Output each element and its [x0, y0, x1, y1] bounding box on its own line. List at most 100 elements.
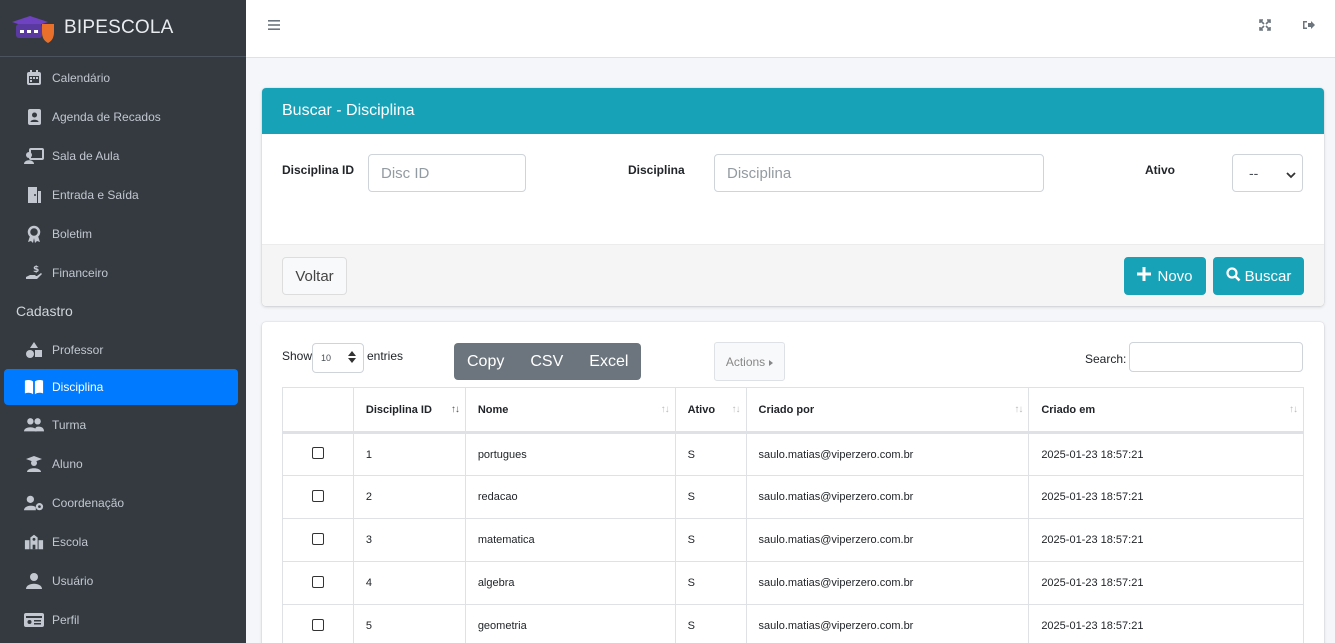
- logout-icon[interactable]: [1302, 18, 1318, 34]
- table-cell: S: [674, 518, 747, 562]
- award-icon: [24, 224, 44, 244]
- ativo-select[interactable]: --: [1232, 154, 1303, 192]
- sidebar-item-disciplina[interactable]: Disciplina: [4, 369, 238, 405]
- table-search-input[interactable]: [1129, 342, 1303, 372]
- sidebar-item-entrada-e-sa-da[interactable]: Entrada e Saída: [0, 175, 246, 214]
- caret-right-icon: [769, 355, 774, 369]
- table-row[interactable]: 5 geometria Ssaulo.matias@viperzero.com.br…: [282, 604, 1304, 643]
- sidebar-item-usu-rio[interactable]: Usuário: [0, 561, 246, 600]
- entries-select[interactable]: 10: [312, 343, 364, 373]
- sidebar-item-escola[interactable]: Escola: [0, 522, 246, 561]
- table-cell: S: [674, 475, 747, 519]
- search-card-footer: Voltar Novo Buscar: [262, 244, 1324, 306]
- table-cell: algebra: [464, 561, 676, 605]
- buscar-label: Buscar: [1244, 267, 1292, 285]
- row-checkbox[interactable]: [311, 489, 324, 502]
- search-card: Buscar - Disciplina Disciplina ID Disc I…: [262, 88, 1324, 306]
- table-cell: 4: [352, 561, 466, 605]
- row-checkbox[interactable]: [311, 447, 324, 459]
- sidebar-item-perfil[interactable]: Perfil: [0, 600, 246, 639]
- calendar-icon: [24, 68, 44, 88]
- sidebar: BIPESCOLA Calendário Agenda de Recados Sal…: [0, 0, 246, 643]
- sidebar-item-turma[interactable]: Turma: [0, 405, 246, 444]
- disc-id-input[interactable]: Disc ID: [368, 154, 526, 192]
- chalkboard-teacher-icon: [24, 146, 44, 166]
- user-graduate-icon: [24, 454, 44, 474]
- voltar-button[interactable]: Voltar: [282, 257, 347, 295]
- table-row[interactable]: 4 algebra Ssaulo.matias@viperzero.com.br 20…: [282, 561, 1304, 605]
- table-cell: redacao: [464, 475, 676, 519]
- column-header-criado-em[interactable]: Criado em ↑↓: [1028, 387, 1304, 434]
- sidebar-item-label: Coordenação: [52, 495, 125, 510]
- row-select-cell: [282, 475, 354, 519]
- table-cell: 2025-01-23 18:57:21: [1028, 432, 1304, 476]
- column-header-disciplina-id[interactable]: Disciplina ID ↑↓: [352, 387, 466, 434]
- sort-icon: ↑↓: [660, 404, 670, 415]
- sidebar-item-label: Entrada e Saída: [52, 187, 139, 202]
- sidebar-item-label: Disciplina: [52, 380, 104, 394]
- users-icon: [24, 415, 44, 435]
- sidebar-item-professor[interactable]: Professor: [0, 330, 246, 369]
- novo-button[interactable]: Novo: [1124, 257, 1206, 295]
- row-checkbox[interactable]: [311, 575, 324, 588]
- sidebar-item-aluno[interactable]: Aluno: [0, 444, 246, 483]
- column-header-ativo[interactable]: Ativo ↑↓: [674, 387, 747, 434]
- table-cell: 3: [352, 518, 466, 562]
- buscar-button[interactable]: Buscar: [1213, 257, 1304, 295]
- row-select-cell: [282, 604, 354, 643]
- table-cell: 5: [352, 604, 466, 643]
- table-row[interactable]: 3 matematica Ssaulo.matias@viperzero.com.b…: [282, 518, 1304, 562]
- entries-select-value: 10: [321, 353, 332, 363]
- disciplina-label: Disciplina: [628, 163, 685, 177]
- sidebar-item-sala-de-aula[interactable]: Sala de Aula: [0, 136, 246, 175]
- column-header-label: Disciplina ID: [365, 403, 432, 416]
- row-checkbox[interactable]: [311, 532, 324, 545]
- brand[interactable]: BIPESCOLA: [0, 0, 246, 57]
- sidebar-item-agenda-de-recados[interactable]: Agenda de Recados: [0, 97, 246, 136]
- search-label: Search:: [1085, 352, 1127, 366]
- fullscreen-icon[interactable]: [1259, 18, 1275, 34]
- column-header-nome[interactable]: Nome ↑↓: [464, 387, 676, 434]
- table-row[interactable]: 1 portugues Ssaulo.matias@viperzero.com.br…: [282, 432, 1304, 476]
- table-cell: 2025-01-23 18:57:21: [1028, 604, 1304, 643]
- row-checkbox[interactable]: [311, 618, 324, 631]
- table-cell: saulo.matias@viperzero.com.br: [745, 432, 1030, 476]
- sort-icon: ↑↓: [1289, 404, 1298, 415]
- table-cell: geometria: [464, 604, 676, 643]
- svg-text:$: $: [33, 265, 39, 275]
- book-open-icon: [24, 377, 44, 397]
- ativo-select-value: --: [1249, 165, 1259, 181]
- export-copy-button[interactable]: Copy: [454, 343, 517, 380]
- sidebar-item-coordena-o[interactable]: Coordenação: [0, 483, 246, 522]
- sidebar-item-label: Financeiro: [52, 265, 109, 280]
- table-cell: portugues: [464, 432, 676, 476]
- ativo-label: Ativo: [1145, 163, 1175, 177]
- table-cell: S: [674, 432, 747, 476]
- table-cell: saulo.matias@viperzero.com.br: [745, 604, 1030, 643]
- sidebar-item-label: Perfil: [52, 612, 80, 627]
- table-cell: 2025-01-23 18:57:21: [1028, 518, 1304, 562]
- sort-ascending-icon: ↑↓: [450, 404, 460, 415]
- export-csv-button[interactable]: CSV: [517, 343, 576, 380]
- novo-label: Novo: [1157, 267, 1193, 285]
- disciplina-input[interactable]: Disciplina: [714, 154, 1044, 192]
- table-row[interactable]: 2 redacao Ssaulo.matias@viperzero.com.br 20…: [282, 475, 1304, 519]
- brand-logo-icon: [8, 12, 56, 44]
- table-cell: S: [674, 561, 747, 605]
- user-icon: [24, 571, 44, 591]
- user-cog-icon: [24, 493, 44, 513]
- search-card-title: Buscar - Disciplina: [262, 88, 1324, 134]
- sidebar-item-label: Escola: [52, 534, 89, 549]
- table-cell: 2: [352, 475, 466, 519]
- export-excel-button[interactable]: Excel: [576, 343, 641, 380]
- table-cell: matematica: [464, 518, 676, 562]
- table-cell: saulo.matias@viperzero.com.br: [745, 475, 1030, 519]
- sidebar-item-calend-rio[interactable]: Calendário: [0, 58, 246, 97]
- menu-toggle-icon[interactable]: [268, 18, 280, 34]
- column-header-criado-por[interactable]: Criado por ↑↓: [745, 387, 1030, 434]
- shapes-icon: [24, 340, 44, 360]
- sidebar-item-boletim[interactable]: Boletim: [0, 214, 246, 253]
- sidebar-item-label: Turma: [52, 417, 87, 432]
- actions-button[interactable]: Actions: [714, 342, 785, 381]
- sidebar-item-financeiro[interactable]: $ Financeiro: [0, 253, 246, 292]
